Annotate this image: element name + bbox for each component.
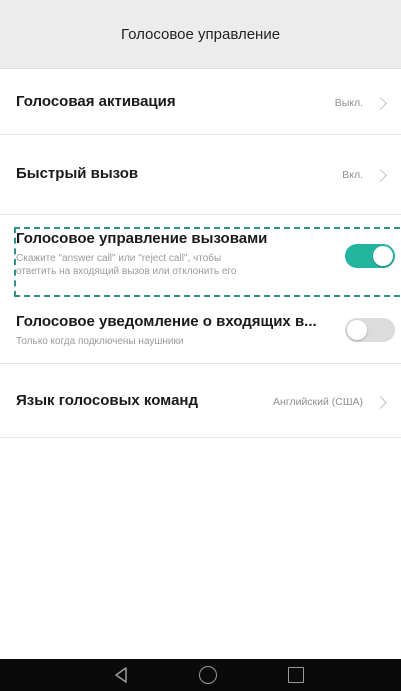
setting-label: Быстрый вызов [16, 165, 139, 182]
setting-value: Английский (США) [273, 396, 363, 408]
navigation-bar [0, 659, 401, 691]
setting-incoming-call-notification[interactable]: Голосовое уведомление о входящих в... То… [0, 302, 401, 364]
home-icon[interactable] [199, 666, 217, 684]
setting-label: Язык голосовых команд [16, 392, 198, 409]
recent-apps-icon[interactable] [288, 667, 304, 683]
back-icon[interactable] [114, 667, 128, 683]
title-bar: Голосовое управление [0, 0, 401, 69]
chevron-right-icon [374, 169, 387, 182]
page-title: Голосовое управление [120, 25, 281, 43]
setting-value: Выкл. [334, 97, 363, 109]
setting-description: Только когда подключены наушники [16, 336, 184, 347]
highlight-frame [14, 227, 400, 297]
setting-voice-activation[interactable]: Голосовая активация Выкл. [0, 69, 401, 135]
toggle-knob [347, 320, 367, 340]
incoming-call-notification-toggle[interactable] [345, 318, 395, 342]
setting-label: Голосовая активация [16, 93, 176, 110]
chevron-right-icon [374, 97, 387, 110]
setting-label: Голосовое уведомление о входящих в... [16, 313, 317, 330]
setting-quick-call[interactable]: Быстрый вызов Вкл. [0, 135, 401, 215]
chevron-right-icon [374, 396, 387, 409]
setting-value: Вкл. [342, 169, 363, 181]
setting-voice-command-language[interactable]: Язык голосовых команд Английский (США) [0, 364, 401, 438]
